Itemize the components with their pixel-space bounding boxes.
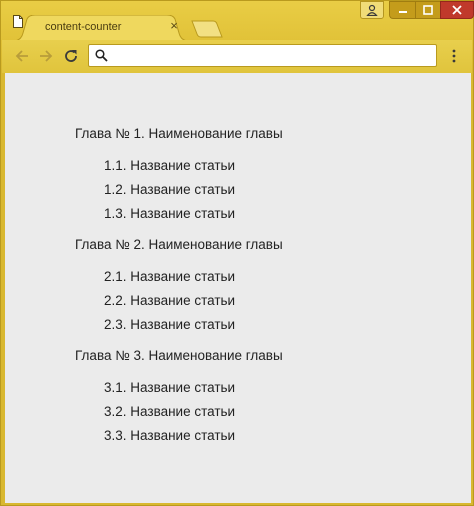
article-item: 2.1. Название статьи bbox=[104, 269, 236, 284]
chapter-heading: Глава № 1. Наименование главы bbox=[75, 126, 283, 141]
address-input[interactable] bbox=[113, 47, 431, 64]
page-viewport: Глава № 1. Наименование главы 1.1. Назва… bbox=[5, 73, 471, 503]
article-item: 3.2. Название статьи bbox=[104, 404, 236, 419]
toolbar bbox=[2, 40, 472, 73]
user-icon bbox=[366, 4, 378, 16]
address-bar[interactable] bbox=[88, 44, 437, 67]
article-item: 1.2. Название статьи bbox=[104, 182, 236, 197]
maximize-icon bbox=[423, 5, 433, 15]
chapter-heading: Глава № 3. Наименование главы bbox=[75, 348, 283, 363]
minimize-icon bbox=[398, 11, 407, 13]
maximize-button[interactable] bbox=[415, 1, 440, 19]
article-item: 1.1. Название статьи bbox=[104, 158, 236, 173]
new-tab-button[interactable] bbox=[191, 20, 223, 38]
tab-title: content-counter bbox=[45, 21, 122, 33]
article-item: 2.2. Название статьи bbox=[104, 293, 236, 308]
reload-icon[interactable] bbox=[63, 48, 79, 64]
forward-icon[interactable] bbox=[38, 48, 54, 64]
back-icon[interactable] bbox=[14, 48, 30, 64]
browser-window: content-counter × Глава № 1. Наименовани… bbox=[0, 0, 474, 506]
article-item: 3.1. Название статьи bbox=[104, 380, 236, 395]
tab-close-button[interactable]: × bbox=[168, 19, 180, 32]
chapter-heading: Глава № 2. Наименование главы bbox=[75, 237, 283, 252]
close-icon bbox=[452, 5, 462, 15]
document-icon bbox=[13, 15, 23, 28]
search-icon bbox=[95, 49, 108, 62]
close-window-button[interactable] bbox=[440, 1, 474, 19]
user-profile-button[interactable] bbox=[360, 1, 384, 19]
minimize-button[interactable] bbox=[389, 1, 415, 19]
menu-icon[interactable] bbox=[448, 48, 460, 64]
tab-content-counter[interactable]: content-counter × bbox=[13, 15, 189, 41]
article-item: 1.3. Название статьи bbox=[104, 206, 236, 221]
article-item: 3.3. Название статьи bbox=[104, 428, 236, 443]
article-item: 2.3. Название статьи bbox=[104, 317, 236, 332]
